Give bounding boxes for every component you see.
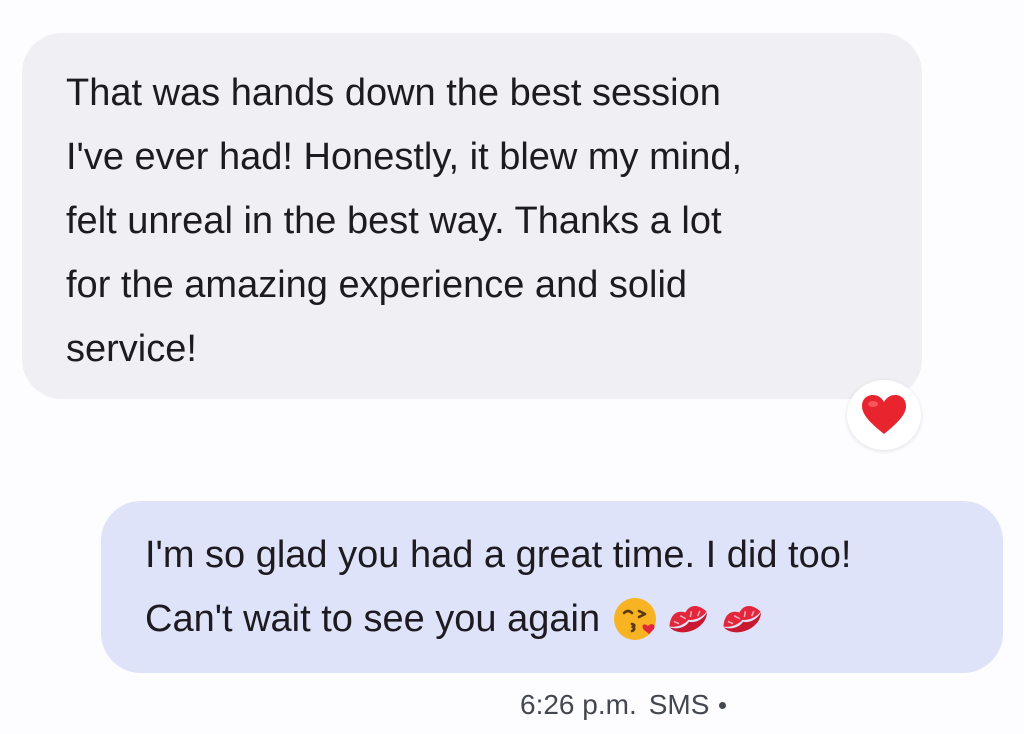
message-timestamp: 6:26 p.m. bbox=[520, 689, 637, 720]
status-dot-icon bbox=[719, 701, 727, 709]
reaction-badge[interactable] bbox=[847, 380, 921, 450]
outgoing-message-line-2: Can't wait to see you again bbox=[145, 587, 973, 651]
red-heart-icon bbox=[861, 394, 907, 436]
outgoing-message-line-1: I'm so glad you had a great time. I did … bbox=[145, 534, 852, 576]
message-thread: That was hands down the best session I'v… bbox=[0, 0, 1024, 734]
outgoing-message-bubble[interactable]: I'm so glad you had a great time. I did … bbox=[101, 501, 1003, 673]
kiss-mark-icon bbox=[718, 599, 766, 639]
message-channel-label: SMS bbox=[648, 689, 710, 720]
message-metadata: 6:26 p.m. SMS bbox=[520, 683, 727, 727]
incoming-message-text: That was hands down the best session I'v… bbox=[66, 72, 743, 370]
kiss-mark-icon bbox=[664, 599, 712, 639]
outgoing-message-line-2-text: Can't wait to see you again bbox=[145, 598, 601, 640]
incoming-message-bubble[interactable]: That was hands down the best session I'v… bbox=[22, 33, 922, 399]
emoji-group bbox=[612, 596, 766, 642]
face-blowing-kiss-icon bbox=[612, 596, 658, 642]
